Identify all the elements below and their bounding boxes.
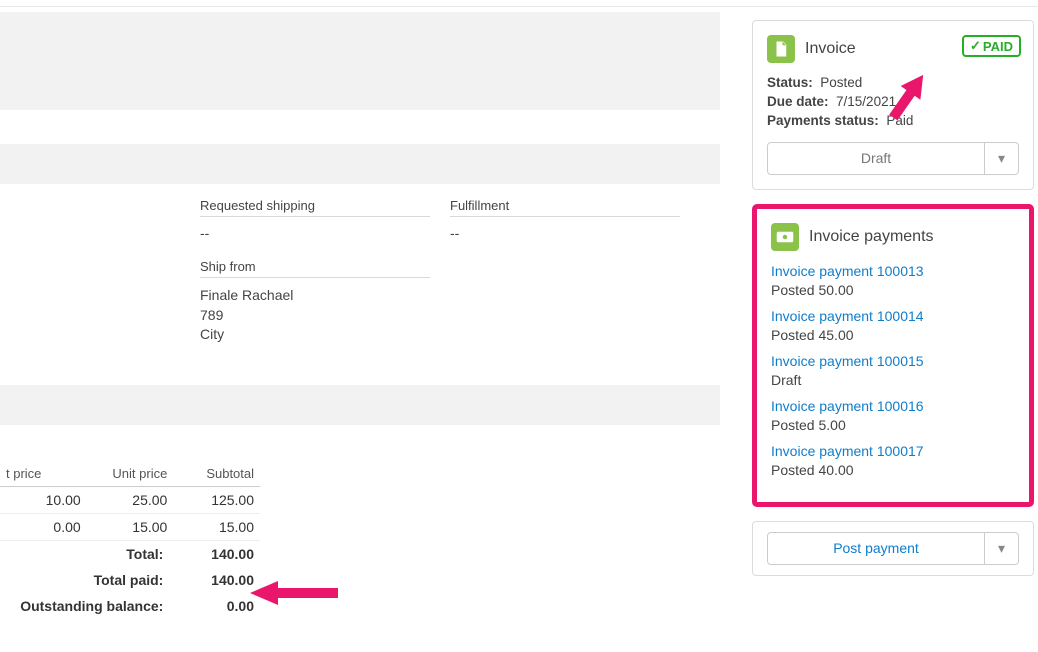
requested-shipping-field: Requested shipping -- (200, 190, 430, 241)
payment-link[interactable]: Invoice payment 100017 (771, 443, 1015, 459)
col-unit-price: Unit price (87, 461, 174, 486)
invoice-payments-title: Invoice payments (809, 228, 934, 246)
invoice-icon (767, 35, 795, 63)
requested-shipping-label: Requested shipping (200, 198, 430, 217)
status-label: Status: (767, 75, 813, 90)
placeholder-block (0, 385, 720, 425)
payment-link[interactable]: Invoice payment 100013 (771, 263, 1015, 279)
payment-status-text: Posted 40.00 (771, 462, 1015, 478)
ship-from-name: Finale Rachael (200, 286, 720, 306)
draft-button[interactable]: Draft (767, 142, 985, 175)
payment-item: Invoice payment 100015 Draft (771, 353, 1015, 388)
invoice-card-title: Invoice (805, 40, 856, 58)
payment-icon (771, 223, 799, 251)
payment-item: Invoice payment 100016 Posted 5.00 (771, 398, 1015, 433)
payment-status-text: Posted 45.00 (771, 327, 1015, 343)
ship-from-addr1: 789 (200, 306, 720, 326)
col-subtotal: Subtotal (173, 461, 260, 486)
payment-link[interactable]: Invoice payment 100016 (771, 398, 1015, 414)
invoice-payments-card: Invoice payments Invoice payment 100013 P… (752, 204, 1034, 507)
line-items-table: t price Unit price Subtotal 10.00 25.00 … (0, 461, 260, 619)
ship-from-block: Ship from Finale Rachael 789 City (0, 241, 720, 345)
total-paid-label: Total paid: (0, 567, 169, 593)
ship-from-city: City (200, 325, 720, 345)
payment-link[interactable]: Invoice payment 100014 (771, 308, 1015, 324)
total-label: Total: (0, 541, 169, 567)
payment-link[interactable]: Invoice payment 100015 (771, 353, 1015, 369)
payment-status-text: Posted 5.00 (771, 417, 1015, 433)
chevron-down-icon: ▾ (998, 540, 1005, 556)
requested-shipping-value: -- (200, 225, 430, 241)
paid-badge: ✓PAID (962, 35, 1021, 57)
post-payment-dropdown[interactable]: ▾ (985, 532, 1019, 565)
total-value: 140.00 (169, 541, 260, 567)
shipping-section: Requested shipping -- Fulfillment -- Shi… (0, 190, 720, 357)
draft-button-dropdown[interactable]: ▾ (985, 142, 1019, 175)
annotation-arrow-icon (250, 578, 340, 608)
post-payment-button[interactable]: Post payment (767, 532, 985, 565)
payment-status-text: Posted 50.00 (771, 282, 1015, 298)
payments-status-label: Payments status: (767, 113, 879, 128)
total-paid-value: 140.00 (169, 567, 260, 593)
table-row: 10.00 25.00 125.00 (0, 487, 260, 514)
status-value: Posted (820, 75, 862, 90)
outstanding-balance-value: 0.00 (169, 593, 260, 619)
outstanding-balance-label: Outstanding balance: (0, 593, 169, 619)
due-date-label: Due date: (767, 94, 829, 109)
table-row: 0.00 15.00 15.00 (0, 514, 260, 541)
post-payment-card: Post payment ▾ (752, 521, 1034, 576)
payment-item: Invoice payment 100014 Posted 45.00 (771, 308, 1015, 343)
main-content: Requested shipping -- Fulfillment -- Shi… (0, 12, 720, 619)
placeholder-block (0, 144, 720, 184)
fulfillment-field: Fulfillment -- (450, 190, 680, 241)
payment-status-text: Draft (771, 372, 1015, 388)
payment-item: Invoice payment 100017 Posted 40.00 (771, 443, 1015, 478)
placeholder-block (0, 12, 720, 110)
fulfillment-value: -- (450, 225, 680, 241)
ship-from-label: Ship from (200, 259, 430, 278)
chevron-down-icon: ▾ (998, 150, 1005, 166)
fulfillment-label: Fulfillment (450, 198, 680, 217)
payment-item: Invoice payment 100013 Posted 50.00 (771, 263, 1015, 298)
check-icon: ✓ (970, 38, 981, 54)
annotation-arrow-icon (874, 48, 954, 128)
col-price: t price (0, 461, 87, 486)
